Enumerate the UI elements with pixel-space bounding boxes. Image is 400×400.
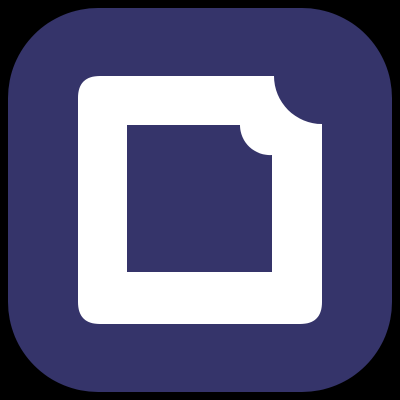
app-icon-canvas xyxy=(0,0,400,400)
icon-tile-background xyxy=(8,8,392,392)
app-launcher-icon[interactable] xyxy=(0,0,400,400)
